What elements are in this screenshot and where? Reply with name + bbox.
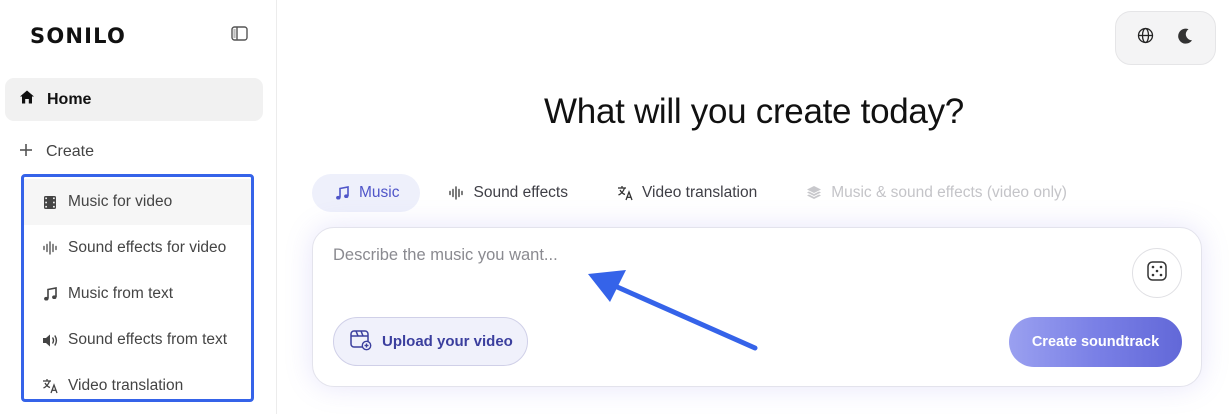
prompt-panel: Upload your video Create soundtrack <box>312 227 1202 387</box>
tab-label: Sound effects <box>473 184 568 201</box>
tab-music[interactable]: Music <box>312 174 421 212</box>
sidebar-item-label: Music for video <box>68 193 173 210</box>
sidebar-item-music-from-text[interactable]: Music from text <box>24 271 251 317</box>
sidebar-item-home[interactable]: Home <box>5 78 263 121</box>
tab-sound-effects[interactable]: Sound effects <box>426 174 589 212</box>
sidebar-item-label: Home <box>47 90 92 108</box>
tab-label: Video translation <box>642 184 758 201</box>
prompt-input[interactable] <box>333 246 1113 265</box>
tab-label: Music <box>359 184 400 201</box>
sidebar-item-label: Video translation <box>68 377 184 394</box>
moon-icon <box>1176 27 1194 50</box>
video-upload-icon <box>349 328 372 356</box>
film-icon <box>41 193 59 211</box>
language-button[interactable] <box>1132 24 1160 52</box>
create-soundtrack-button[interactable]: Create soundtrack <box>1009 317 1182 367</box>
sidebar: SONILO Home Create Music for video Sound… <box>0 0 277 414</box>
theme-toggle-button[interactable] <box>1171 24 1199 52</box>
waveform-icon <box>41 239 59 257</box>
sidebar-toggle-button[interactable] <box>228 25 250 47</box>
globe-icon <box>1137 27 1154 49</box>
waveform-icon <box>447 184 465 202</box>
random-prompt-button[interactable] <box>1132 248 1182 298</box>
tab-music-and-sound-effects: Music & sound effects (video only) <box>784 174 1088 212</box>
sidebar-item-label: Sound effects for video <box>68 239 227 256</box>
header-controls <box>1115 11 1216 65</box>
upload-video-label: Upload your video <box>382 333 513 350</box>
sidebar-item-label: Sound effects from text <box>68 331 228 348</box>
plus-icon <box>18 142 34 163</box>
create-soundtrack-label: Create soundtrack <box>1031 334 1160 350</box>
sidebar-item-create[interactable]: Create <box>18 140 94 164</box>
sidebar-item-sound-effects-for-video[interactable]: Sound effects for video <box>24 225 251 271</box>
sidebar-item-label: Create <box>46 143 95 160</box>
sidebar-item-label: Music from text <box>68 285 174 302</box>
create-submenu: Music for video Sound effects for video … <box>21 174 254 402</box>
music-note-icon <box>333 184 351 202</box>
home-icon <box>19 89 35 110</box>
speaker-icon <box>41 331 59 349</box>
logo[interactable]: SONILO <box>30 24 126 48</box>
translate-icon <box>616 184 634 202</box>
dice-icon <box>1146 260 1168 287</box>
sidebar-item-video-translation[interactable]: Video translation <box>24 363 251 409</box>
mode-tabs: Music Sound effects Video translation Mu… <box>312 173 1094 213</box>
layers-icon <box>805 184 823 202</box>
sidebar-toggle-icon <box>230 26 248 46</box>
upload-video-button[interactable]: Upload your video <box>333 317 528 366</box>
tab-label: Music & sound effects (video only) <box>831 184 1067 201</box>
page-title: What will you create today? <box>544 92 964 131</box>
sidebar-item-sound-effects-from-text[interactable]: Sound effects from text <box>24 317 251 363</box>
tab-video-translation[interactable]: Video translation <box>595 174 778 212</box>
translate-icon <box>41 377 59 395</box>
music-note-icon <box>41 285 59 303</box>
sidebar-item-music-for-video[interactable]: Music for video <box>24 179 251 225</box>
